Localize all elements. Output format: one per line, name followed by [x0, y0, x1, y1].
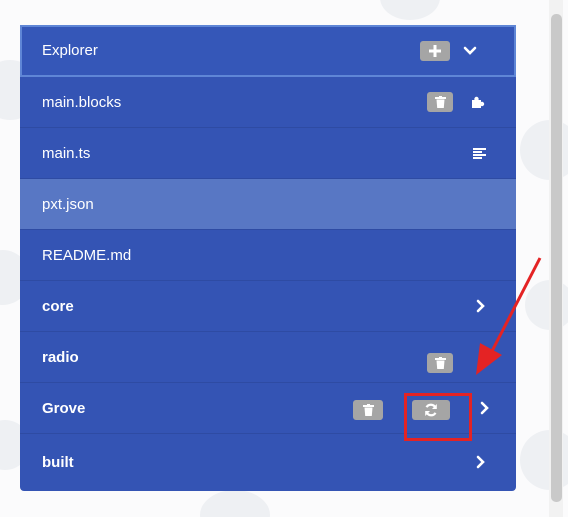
plus-icon: [429, 45, 441, 57]
explorer-header[interactable]: Explorer: [20, 25, 516, 77]
chevron-right-icon[interactable]: [472, 453, 490, 471]
package-label: radio: [42, 348, 79, 366]
trash-icon: [434, 96, 446, 108]
file-label: main.ts: [42, 144, 91, 162]
add-file-button[interactable]: [420, 41, 450, 61]
package-item-built[interactable]: built: [20, 434, 516, 491]
explorer-title: Explorer: [42, 42, 98, 59]
remove-package-button[interactable]: [427, 353, 453, 373]
annotation-highlight-box: [404, 393, 472, 441]
annotation-arrow: [476, 257, 542, 375]
package-label: Grove: [42, 399, 86, 417]
file-label: pxt.json: [42, 195, 94, 213]
delete-file-button[interactable]: [427, 92, 453, 112]
file-item-readme-md[interactable]: README.md: [20, 230, 516, 281]
file-item-pxt-json[interactable]: pxt.json: [20, 179, 516, 230]
package-item-core[interactable]: core: [20, 281, 516, 332]
file-item-main-blocks[interactable]: main.blocks: [20, 77, 516, 128]
puzzle-icon: [468, 92, 488, 112]
package-label: core: [42, 297, 74, 315]
file-label: main.blocks: [42, 93, 122, 111]
align-left-icon: [470, 144, 488, 162]
scrollbar-thumb[interactable]: [551, 14, 562, 502]
remove-package-button[interactable]: [353, 400, 383, 420]
file-label: README.md: [42, 246, 132, 264]
package-label: built: [42, 454, 74, 471]
chevron-down-icon[interactable]: [460, 41, 480, 61]
trash-icon: [434, 357, 446, 369]
file-item-main-ts[interactable]: main.ts: [20, 128, 516, 179]
trash-icon: [362, 404, 374, 416]
chevron-right-icon[interactable]: [476, 399, 494, 417]
package-item-radio[interactable]: radio: [20, 332, 516, 383]
